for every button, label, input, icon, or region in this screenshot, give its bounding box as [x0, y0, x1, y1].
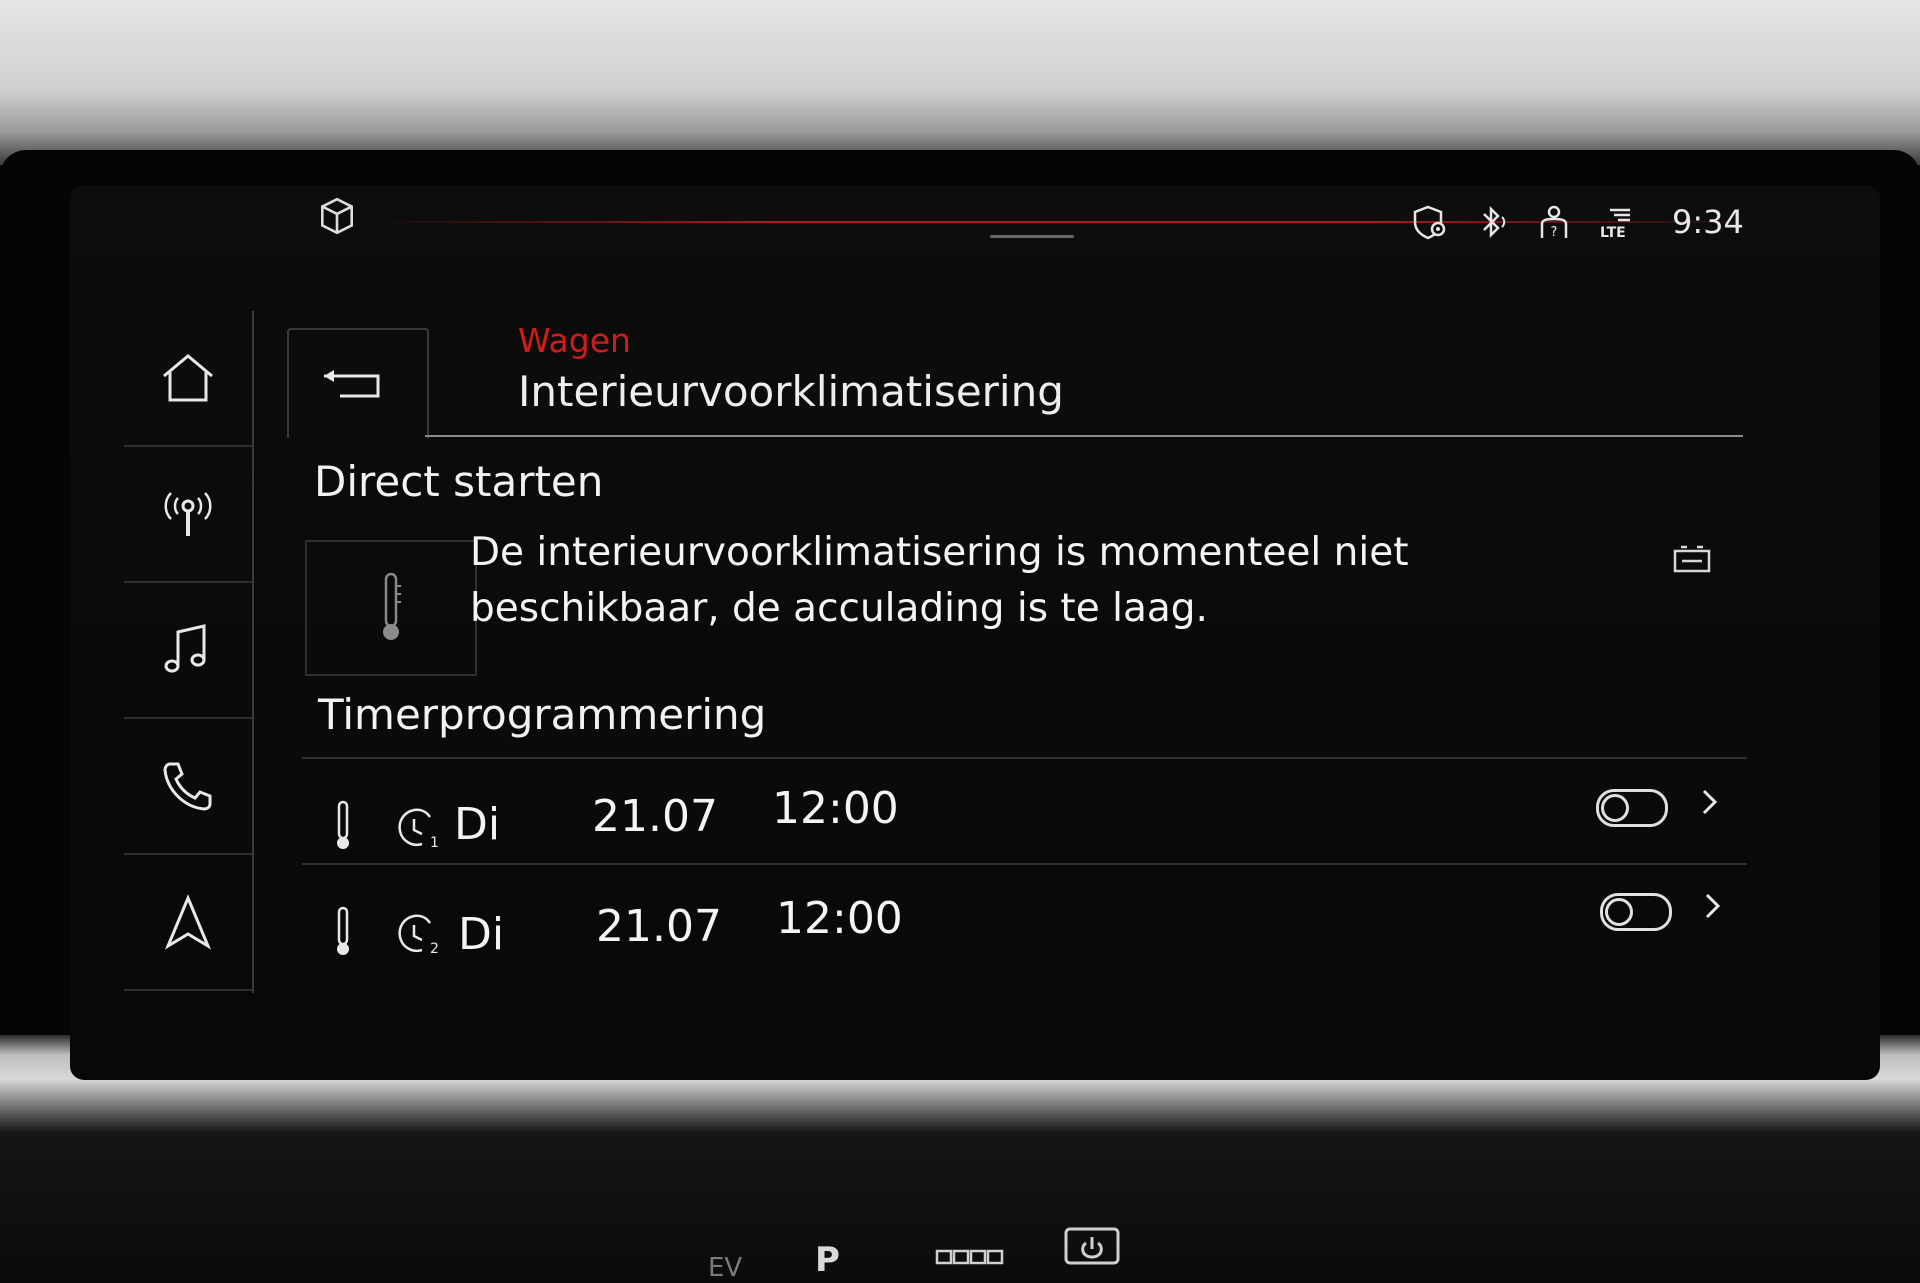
thermometer-icon: [337, 906, 349, 955]
direct-start-button[interactable]: [305, 540, 477, 676]
ev-mode-button[interactable]: EV: [708, 1253, 742, 1283]
breadcrumb[interactable]: Wagen: [518, 321, 631, 360]
bluetooth-icon[interactable]: [1472, 202, 1512, 242]
timer-2-icon: 2: [398, 914, 439, 957]
back-button[interactable]: [287, 328, 429, 438]
timer-1-icon: 1: [398, 808, 439, 851]
sidebar-item-home[interactable]: [124, 311, 252, 447]
timer-toggle[interactable]: [1596, 789, 1668, 827]
timer-row-2[interactable]: 2 Di 21.07 12:00: [302, 863, 1747, 965]
timer-date: 21.07: [596, 901, 722, 952]
svg-text:LTE: LTE: [1600, 225, 1626, 241]
page-title: Interieurvoorklimatisering: [518, 367, 1064, 416]
thermometer-icon: [337, 800, 349, 849]
navigation-arrow-icon: [164, 894, 212, 950]
status-bar: ? LTE 9:34: [1410, 197, 1744, 247]
person-question-icon[interactable]: ?: [1534, 202, 1574, 242]
timer-section-title: Timerprogrammering: [318, 690, 767, 739]
lte-signal-icon[interactable]: LTE: [1596, 202, 1636, 242]
back-arrow-icon: [324, 370, 380, 398]
sidebar-item-radio[interactable]: [124, 447, 252, 583]
sidebar-item-phone[interactable]: [124, 719, 252, 855]
svg-text:2: 2: [430, 941, 439, 957]
sidebar-item-navigation[interactable]: [124, 855, 252, 991]
battery-icon: [1673, 545, 1711, 573]
music-note-icon: [164, 624, 206, 673]
timer-day: Di: [458, 909, 505, 960]
timer-date: 21.07: [592, 791, 718, 842]
unavailable-message: De interieurvoorklimatisering is momente…: [470, 530, 1409, 631]
thermometer-icon: [383, 572, 401, 640]
infotainment-screen: ? LTE 9:34 Wagen Interieurvoorklimatiser…: [70, 185, 1880, 1080]
shield-location-icon[interactable]: [1410, 202, 1450, 242]
parking-sensor-icon[interactable]: [935, 1247, 1005, 1267]
phone-icon: [163, 762, 212, 811]
home-icon: [163, 354, 213, 402]
park-assist-button[interactable]: P: [815, 1240, 840, 1280]
dashboard-trim-top: [0, 0, 1920, 165]
console-buttons: EV P: [0, 1195, 1920, 1283]
timer-toggle[interactable]: [1600, 893, 1672, 931]
chevron-right-icon[interactable]: [1699, 785, 1721, 819]
pulldown-handle[interactable]: [990, 235, 1074, 238]
radio-antenna-icon: [164, 492, 212, 536]
timer-time: 12:00: [776, 893, 903, 944]
timer-row-1[interactable]: 1 Di 21.07 12:00: [302, 757, 1747, 859]
cube-icon[interactable]: [316, 195, 358, 237]
svg-text:1: 1: [430, 835, 439, 851]
svg-text:?: ?: [1551, 225, 1558, 240]
timer-time: 12:00: [772, 783, 899, 834]
title-divider: [425, 435, 1743, 437]
power-button-icon[interactable]: [1062, 1225, 1122, 1275]
timer-day: Di: [454, 799, 501, 850]
main-sidebar: [124, 311, 254, 993]
chevron-right-icon[interactable]: [1702, 889, 1724, 923]
direct-start-title: Direct starten: [314, 457, 604, 506]
sidebar-item-media[interactable]: [124, 583, 252, 719]
clock: 9:34: [1672, 203, 1744, 241]
